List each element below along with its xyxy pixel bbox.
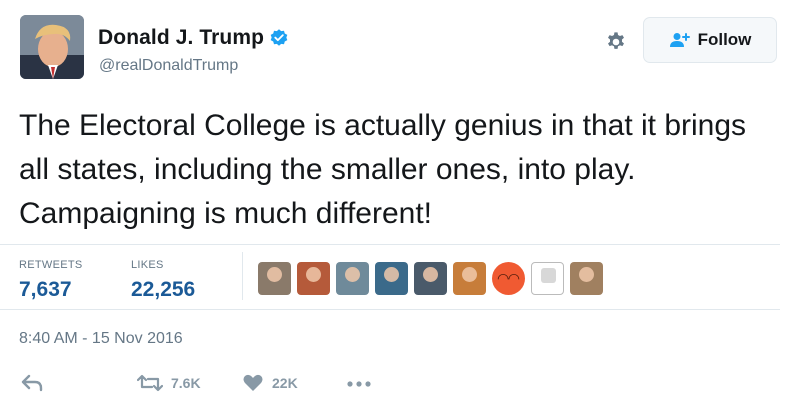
- liker-avatar[interactable]: [258, 262, 291, 295]
- liker-avatar[interactable]: [453, 262, 486, 295]
- more-button[interactable]: [346, 373, 372, 393]
- follow-button-label: Follow: [697, 30, 752, 49]
- likers-avatar-list: ◠◠: [258, 262, 609, 295]
- liker-avatar[interactable]: [375, 262, 408, 295]
- tweet-card: Donald J. Trump @realDonaldTrump Follow …: [0, 0, 800, 418]
- stats-separator: [242, 252, 243, 300]
- retweets-count[interactable]: 7,637: [19, 278, 72, 302]
- likes-label[interactable]: LIKES: [131, 259, 164, 271]
- author-name-row[interactable]: Donald J. Trump: [98, 26, 289, 50]
- author-handle[interactable]: @realDonaldTrump: [99, 57, 238, 75]
- liker-avatar[interactable]: [570, 262, 603, 295]
- add-user-icon: [669, 33, 690, 47]
- divider-top: [0, 244, 780, 245]
- liker-avatar[interactable]: [336, 262, 369, 295]
- retweets-label[interactable]: RETWEETS: [19, 259, 83, 271]
- retweet-icon: [137, 374, 163, 392]
- reply-button[interactable]: [21, 373, 43, 393]
- tweet-text: The Electoral College is actually genius…: [19, 109, 747, 230]
- angry-face-icon: ◠◠: [497, 270, 520, 286]
- more-dots-icon: [347, 381, 371, 387]
- follow-button[interactable]: Follow: [643, 17, 777, 63]
- divider-bottom: [0, 309, 780, 310]
- like-button[interactable]: 22K: [242, 373, 298, 393]
- author-avatar[interactable]: [20, 15, 84, 79]
- liker-avatar-emoji[interactable]: ◠◠: [492, 262, 525, 295]
- liker-avatar[interactable]: [297, 262, 330, 295]
- liker-avatar[interactable]: [414, 262, 447, 295]
- reply-icon: [21, 374, 43, 392]
- like-count: 22K: [272, 375, 298, 391]
- likes-count[interactable]: 22,256: [131, 278, 195, 302]
- retweet-count: 7.6K: [171, 375, 201, 391]
- avatar-image: [20, 15, 84, 79]
- author-name[interactable]: Donald J. Trump: [98, 26, 264, 50]
- verified-badge-icon: [270, 29, 288, 46]
- retweet-button[interactable]: 7.6K: [137, 373, 201, 393]
- tweet-timestamp[interactable]: 8:40 AM - 15 Nov 2016: [19, 330, 183, 348]
- heart-icon: [243, 374, 263, 391]
- gear-icon[interactable]: [605, 31, 627, 53]
- liker-avatar[interactable]: [531, 262, 564, 295]
